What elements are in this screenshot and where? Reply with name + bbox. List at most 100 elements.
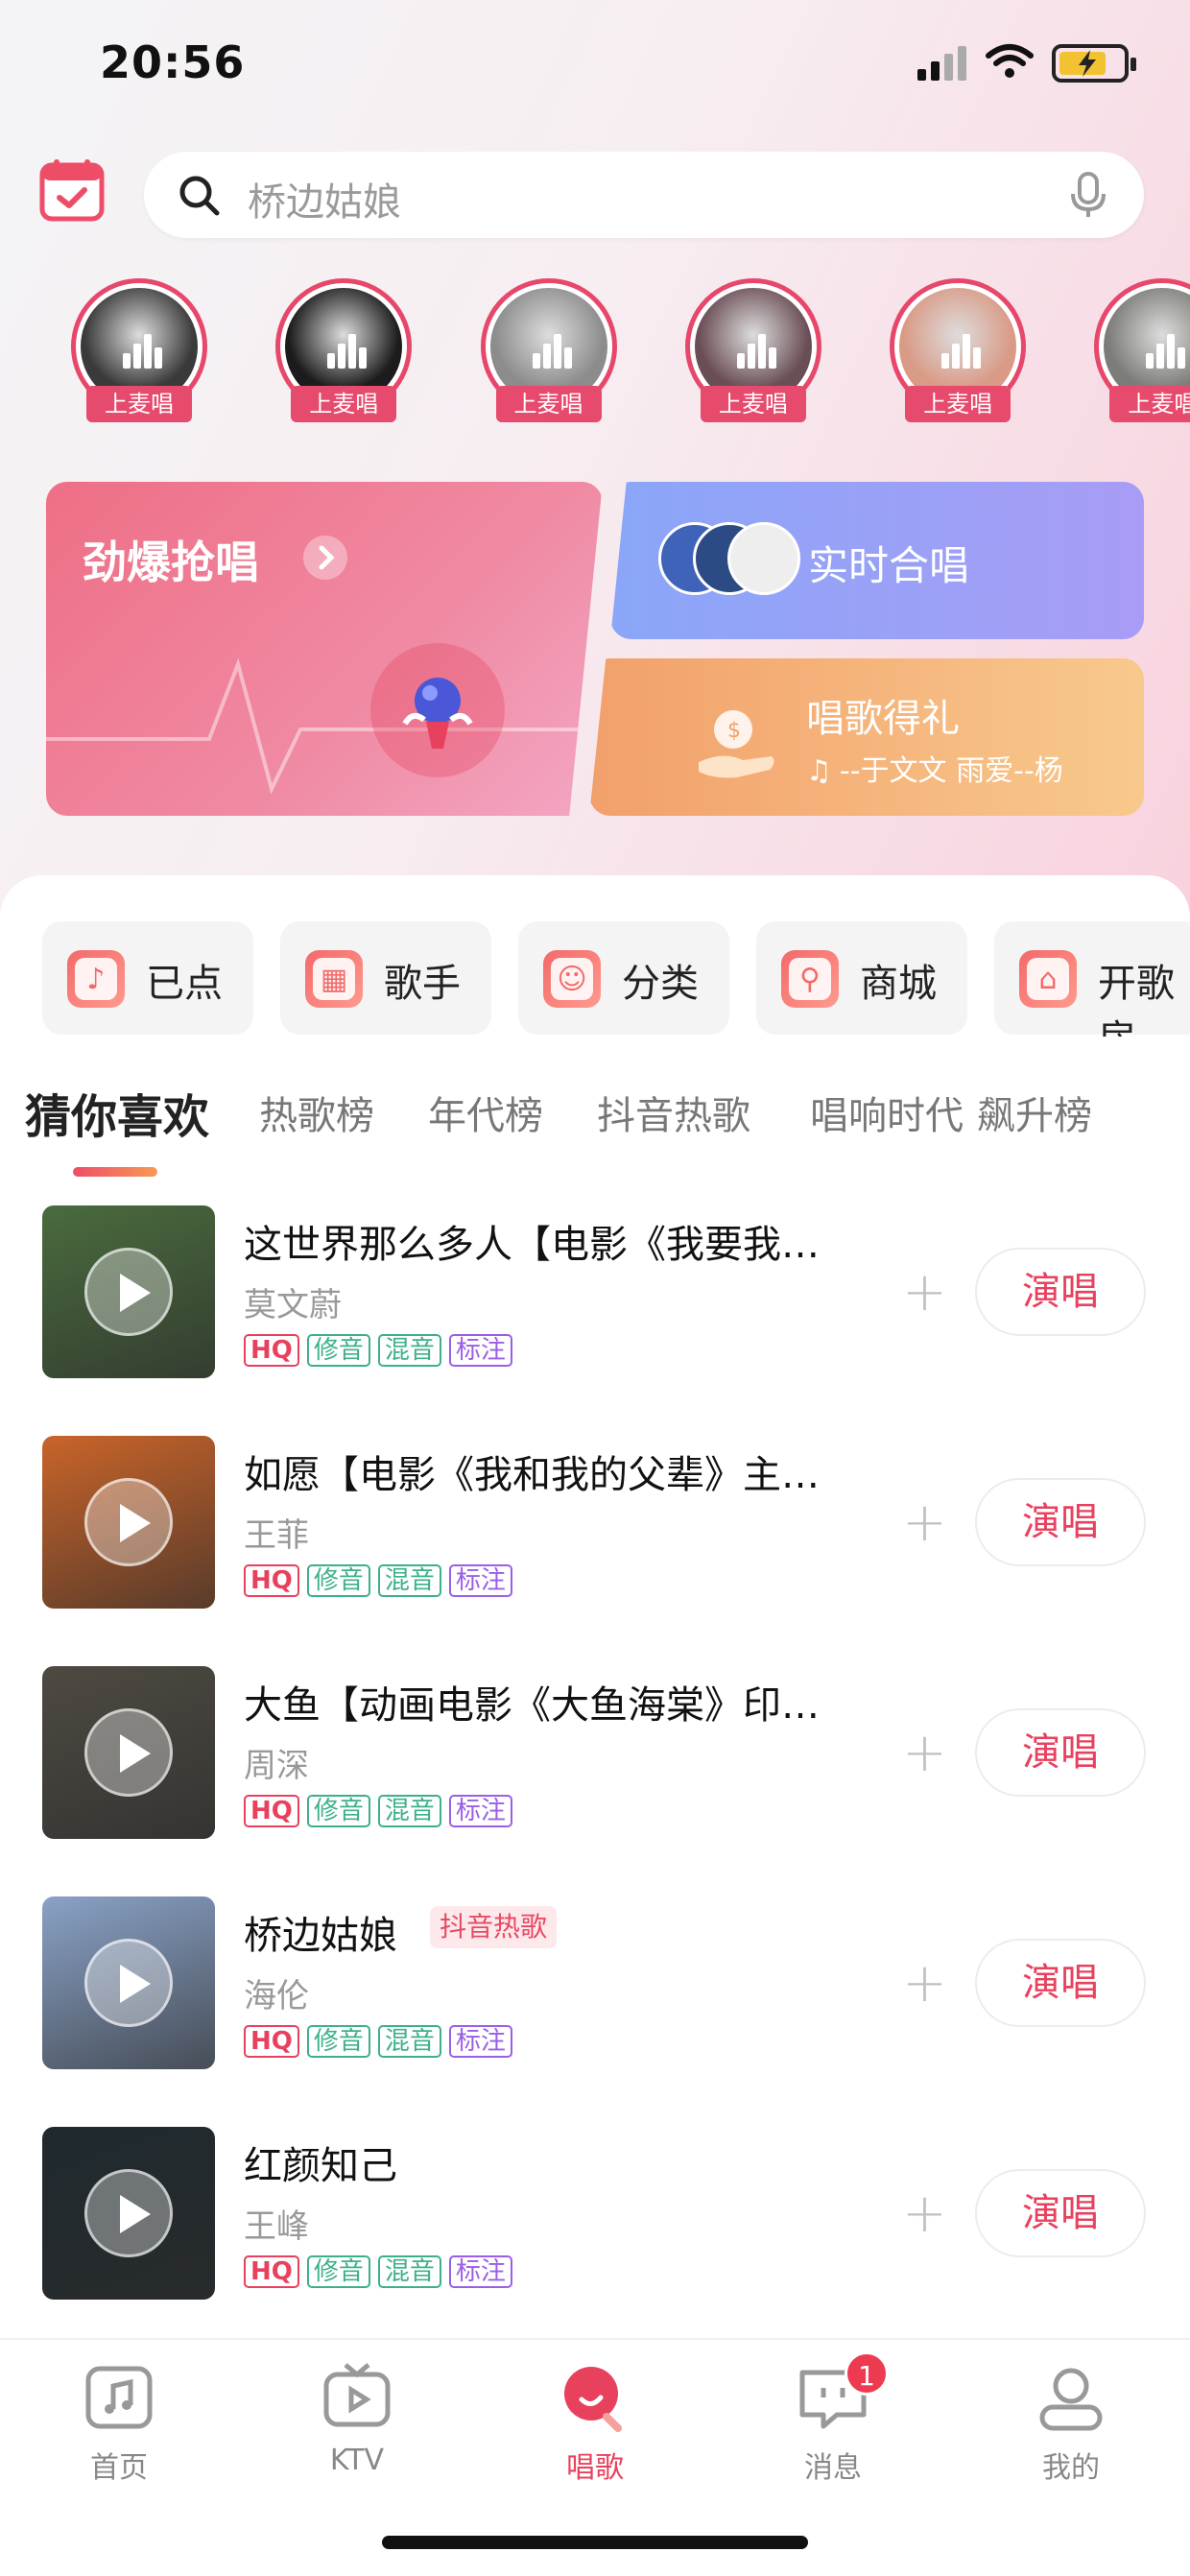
- song-tag: HQ: [244, 1334, 299, 1367]
- sing-button[interactable]: 演唱: [975, 1478, 1146, 1566]
- song-tag: 混音: [377, 1334, 441, 1367]
- banner-sing-gift-title: 唱歌得礼: [806, 697, 960, 741]
- join-mic-badge: 上麦唱: [905, 386, 1012, 422]
- song-tags: HQ 修音 混音 标注: [244, 2025, 520, 2060]
- song-tabs: 猜你喜欢 热歌榜 年代榜 抖音热歌 唱响时代 飙升榜: [0, 1085, 1190, 1161]
- sing-icon: [557, 2359, 633, 2436]
- tabbar-item-2[interactable]: 唱歌: [499, 2359, 691, 2486]
- search-placeholder: 桥边姑娘: [248, 180, 401, 225]
- search-bar[interactable]: 桥边姑娘: [144, 152, 1144, 238]
- sing-button[interactable]: 演唱: [975, 1708, 1146, 1797]
- tab-4[interactable]: 唱响时代: [810, 1085, 964, 1140]
- song-tag: 修音: [306, 1795, 370, 1827]
- song-cover[interactable]: [42, 1666, 215, 1839]
- live-singer-avatar[interactable]: 上麦唱: [272, 278, 416, 432]
- chorus-avatars: [658, 522, 800, 599]
- song-tag: 标注: [448, 2025, 512, 2058]
- tabbar-label: 唱歌: [566, 2451, 624, 2485]
- tabbar-item-3[interactable]: 1 消息: [737, 2351, 929, 2486]
- song-cover[interactable]: [42, 1896, 215, 2069]
- tabbar-item-1[interactable]: KTV: [261, 2359, 453, 2477]
- quick-entry-label: 开歌房: [1098, 962, 1175, 1037]
- quick-entry-1[interactable]: ▦ 歌手: [280, 921, 491, 1035]
- quick-entry-0[interactable]: ♪ 已点: [42, 921, 253, 1035]
- music-note-icon: ♪: [67, 950, 125, 1008]
- tv-icon: [319, 2359, 395, 2436]
- song-row[interactable]: 如愿【电影《我和我的父辈》主… 王菲 HQ 修音 混音 标注 + 演唱: [0, 1436, 1190, 1618]
- song-tag: HQ: [244, 2255, 299, 2288]
- calendar-checkin-icon[interactable]: [38, 157, 106, 223]
- live-singer-avatar[interactable]: 上麦唱: [67, 278, 211, 432]
- add-to-playlist-icon[interactable]: +: [902, 2182, 947, 2245]
- play-icon[interactable]: [84, 1939, 173, 2027]
- song-tags: HQ 修音 混音 标注: [244, 1564, 520, 1599]
- add-to-playlist-icon[interactable]: +: [902, 1722, 947, 1784]
- sound-bars-icon: [123, 334, 162, 369]
- home-indicator: [382, 2536, 808, 2549]
- song-title: 如愿【电影《我和我的父辈》主…: [244, 1453, 820, 1497]
- live-singer-avatar[interactable]: 上麦唱: [681, 278, 825, 432]
- song-artist: 周深: [244, 1747, 309, 1785]
- profile-icon: [1033, 2359, 1109, 2436]
- song-tag: 修音: [306, 1334, 370, 1367]
- song-cover[interactable]: [42, 1436, 215, 1609]
- tabbar-item-0[interactable]: 首页: [23, 2359, 215, 2486]
- gift-hand-icon: $: [695, 703, 781, 789]
- song-artist: 海伦: [244, 1977, 309, 2015]
- voice-search-icon[interactable]: [1069, 171, 1107, 223]
- tab-2[interactable]: 年代榜: [428, 1085, 543, 1140]
- song-row[interactable]: 大鱼【动画电影《大鱼海棠》印… 周深 HQ 修音 混音 标注 + 演唱: [0, 1666, 1190, 1849]
- quick-entry-label: 分类: [622, 962, 699, 1006]
- tab-1[interactable]: 热歌榜: [259, 1085, 374, 1140]
- join-mic-badge: 上麦唱: [291, 386, 397, 422]
- sing-button[interactable]: 演唱: [975, 1939, 1146, 2027]
- song-cover[interactable]: [42, 1205, 215, 1378]
- sound-bars-icon: [736, 334, 776, 369]
- song-cover[interactable]: [42, 2127, 215, 2300]
- song-row[interactable]: 红颜知己 王峰 HQ 修音 混音 标注 + 演唱: [0, 2127, 1190, 2309]
- tab-0[interactable]: 猜你喜欢: [25, 1079, 209, 1146]
- song-tag: HQ: [244, 2025, 299, 2058]
- song-row[interactable]: 桥边姑娘 抖音热歌 海伦 HQ 修音 混音 标注 + 演唱: [0, 1896, 1190, 2079]
- banner-sing-gift-subtitle: ♫ --于文文 雨爱--杨: [806, 747, 1063, 789]
- song-artist: 王峰: [244, 2207, 309, 2246]
- tabbar-item-4[interactable]: 我的: [975, 2359, 1167, 2486]
- tab-5[interactable]: 飙升榜: [977, 1085, 1092, 1140]
- status-time: 20:56: [100, 36, 246, 88]
- sound-bars-icon: [941, 334, 982, 369]
- quick-entry-3[interactable]: ⚲ 商城: [756, 921, 967, 1035]
- unread-badge: 1: [845, 2351, 889, 2396]
- add-to-playlist-icon[interactable]: +: [902, 1261, 947, 1324]
- song-tags: HQ 修音 混音 标注: [244, 1334, 520, 1369]
- quick-entry-4[interactable]: ⌂ 开歌房: [994, 921, 1190, 1037]
- tabbar-label: KTV: [329, 2444, 385, 2477]
- add-to-playlist-icon[interactable]: +: [902, 1491, 947, 1554]
- sing-button[interactable]: 演唱: [975, 2169, 1146, 2257]
- search-icon: [178, 175, 221, 221]
- play-icon[interactable]: [84, 1478, 173, 1566]
- live-singer-avatar[interactable]: 上麦唱: [477, 278, 621, 432]
- play-icon[interactable]: [84, 1248, 173, 1336]
- play-icon[interactable]: [84, 1708, 173, 1797]
- quick-entry-2[interactable]: ☺ 分类: [518, 921, 729, 1035]
- add-to-playlist-icon[interactable]: +: [902, 1952, 947, 2015]
- banner-live-chorus[interactable]: 实时合唱: [610, 482, 1144, 639]
- banner-rush-sing-title: 劲爆抢唱: [83, 537, 259, 588]
- song-tag: 标注: [448, 1334, 512, 1367]
- tab-3[interactable]: 抖音热歌: [597, 1085, 750, 1140]
- song-row[interactable]: 这世界那么多人【电影《我要我… 莫文蔚 HQ 修音 混音 标注 + 演唱: [0, 1205, 1190, 1388]
- sing-button[interactable]: 演唱: [975, 1248, 1146, 1336]
- song-tag: 修音: [306, 2255, 370, 2288]
- tab-indicator: [73, 1167, 157, 1177]
- message-icon: 1: [795, 2351, 889, 2436]
- quick-entry-label: 已点: [146, 962, 223, 1006]
- song-title: 红颜知己: [244, 2144, 397, 2188]
- song-artist: 王菲: [244, 1516, 309, 1555]
- live-singer-avatar[interactable]: 上麦唱: [1090, 278, 1190, 432]
- play-icon[interactable]: [84, 2169, 173, 2257]
- banner-sing-gift[interactable]: $ 唱歌得礼 ♫ --于文文 雨爱--杨: [589, 658, 1144, 816]
- join-mic-badge: 上麦唱: [1109, 386, 1190, 422]
- live-singer-avatar[interactable]: 上麦唱: [886, 278, 1030, 432]
- live-singers-row: 上麦唱 上麦唱 上麦唱 上麦唱 上麦唱 上麦唱: [67, 278, 1190, 432]
- banner-rush-sing[interactable]: 劲爆抢唱: [46, 482, 603, 816]
